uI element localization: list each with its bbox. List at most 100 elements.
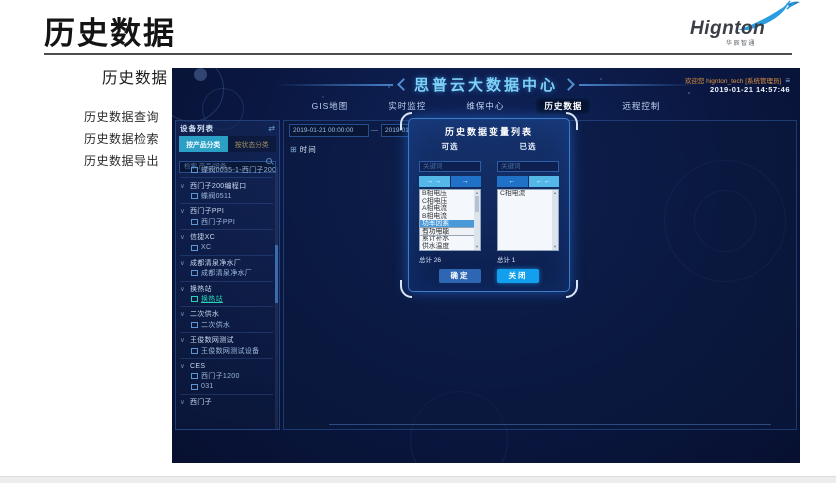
available-total: 总计 26	[419, 254, 481, 264]
tree-scrollbar-thumb[interactable]	[275, 245, 278, 303]
chosen-listbox: C相电流 ▲ ▼	[497, 189, 559, 251]
tree-label: 西门子200编程口	[190, 181, 246, 191]
nav-tab[interactable]: GIS地图	[303, 97, 358, 115]
move-all-left-button[interactable]: ←←	[529, 176, 560, 187]
move-right-button[interactable]: →	[451, 176, 482, 187]
tree-item[interactable]: 031	[180, 382, 275, 392]
tree-group[interactable]: ∨西门子	[180, 394, 273, 407]
scroll-down-icon[interactable]: ▼	[553, 244, 557, 250]
toc-item: 历史数据导出	[84, 150, 159, 172]
close-button[interactable]: 关闭	[497, 269, 539, 283]
move-all-right-button[interactable]: →→	[419, 176, 450, 187]
chosen-column: 已选 ← ←← C相电流 ▲ ▼ 总计 1	[497, 141, 559, 264]
welcome-label: 欢迎您 hignton_tech [系统管理员]	[685, 75, 781, 85]
tree-group[interactable]: ∨西门子PPI	[180, 203, 273, 216]
chosen-scrollbar[interactable]: ▲ ▼	[552, 190, 558, 250]
nav-tab[interactable]: 远程控制	[613, 97, 669, 115]
device-category-tab[interactable]: 按状态分类	[228, 136, 277, 152]
tree-group[interactable]: ∨西门子200编程口	[180, 177, 273, 190]
available-label: 可选	[419, 141, 481, 152]
header-line-right	[579, 84, 697, 86]
tree-label: 换热站	[201, 294, 223, 304]
variable-item[interactable]: B相电压	[420, 190, 474, 198]
variable-item[interactable]: C相电流	[498, 190, 552, 198]
tree-item[interactable]: 西门子1200	[180, 371, 275, 381]
ok-button[interactable]: 确定	[439, 269, 481, 283]
dashboard-title: 思普云大数据中心	[414, 74, 558, 95]
tree-group[interactable]: ∨二次供水	[180, 306, 273, 319]
variable-item[interactable]: B相电流	[420, 213, 474, 221]
date-from-input[interactable]	[289, 124, 369, 137]
tree-scrollbar[interactable]	[275, 167, 278, 429]
variable-item[interactable]: 功率因素	[420, 220, 474, 228]
available-keyword-input[interactable]	[419, 161, 481, 172]
available-list: B相电压C相电压A相电流B相电流功率因素有功电能累计补水供水温度	[420, 190, 474, 250]
device-tree: 蝶阀0035-1-西门子200∨西门子200编程口蝶阀0511∨西门子PPI西门…	[176, 165, 275, 428]
variable-item[interactable]: 供水温度	[420, 243, 474, 251]
scroll-down-icon[interactable]: ▼	[475, 244, 479, 250]
tree-item[interactable]: 西门子PPI	[180, 217, 275, 227]
tree-label: 西门子PPI	[201, 217, 235, 227]
tree-label: 蝶阀0035-1-西门子200	[201, 165, 275, 175]
search-icon	[266, 158, 272, 164]
time-header-label: 时间	[300, 144, 317, 155]
tree-label: 成都清泉净水厂	[201, 268, 252, 278]
variable-item[interactable]: C相电压	[420, 198, 474, 206]
caret-down-icon: ∨	[180, 207, 187, 215]
hignton-logo: Hignton 华辰智通	[682, 2, 802, 50]
datetime-label: 2019-01-21 14:57:46	[710, 85, 790, 94]
caret-down-icon: ∨	[180, 336, 187, 344]
variable-item[interactable]: A相电流	[420, 205, 474, 213]
device-icon	[191, 270, 198, 276]
move-left-button[interactable]: ←	[497, 176, 528, 187]
modal-columns: 可选 →→ → B相电压C相电压A相电流B相电流功率因素有功电能累计补水供水温度…	[409, 141, 569, 264]
title-rule	[44, 53, 792, 55]
tree-label: 031	[201, 383, 214, 390]
variable-item[interactable]: 有功电能	[420, 228, 474, 236]
available-scrollbar[interactable]: ▲ ▼	[474, 190, 480, 250]
tree-group[interactable]: ∨信捷XC	[180, 229, 273, 242]
variable-item[interactable]: 累计补水	[420, 235, 474, 243]
dashboard-screenshot: 思普云大数据中心 欢迎您 hignton_tech [系统管理员] ≡ 2019…	[172, 68, 800, 463]
tree-group[interactable]: ∨王俊数网测试	[180, 332, 273, 345]
chosen-label: 已选	[497, 141, 559, 152]
tree-group[interactable]: ∨成都清泉净水厂	[180, 255, 273, 268]
device-icon	[191, 384, 198, 390]
collapse-icon[interactable]: ⇄	[268, 124, 275, 133]
nav-tab[interactable]: 历史数据	[535, 97, 591, 115]
welcome-text: 欢迎您 hignton_tech [系统管理员] ≡	[685, 75, 790, 85]
tree-group[interactable]: ∨换热站	[180, 281, 273, 294]
date-separator: —	[371, 127, 378, 134]
header-line-left	[275, 84, 393, 86]
nav-tab[interactable]: 维保中心	[457, 97, 513, 115]
tree-item[interactable]: 王俊数网测试设备	[180, 345, 275, 355]
toc-item: 历史数据检索	[84, 128, 159, 150]
device-category-tab[interactable]: 按产品分类	[179, 136, 228, 152]
device-icon	[191, 296, 198, 302]
tree-item[interactable]: 蝶阀0511	[180, 191, 275, 201]
available-listbox: B相电压C相电压A相电流B相电流功率因素有功电能累计补水供水温度 ▲ ▼	[419, 189, 481, 251]
caret-down-icon: ∨	[180, 182, 187, 190]
tree-item[interactable]: 换热站	[180, 294, 275, 304]
slide-bottom-strip	[0, 476, 836, 483]
available-scrollbar-thumb[interactable]	[475, 196, 479, 212]
caret-down-icon: ∨	[180, 233, 187, 241]
device-panel-header: 设备列表 ⇄	[176, 121, 279, 135]
chevron-left-icon	[397, 78, 410, 91]
menu-icon[interactable]: ≡	[785, 76, 790, 85]
tree-label: 西门子	[190, 397, 212, 407]
chosen-keyword-input[interactable]	[497, 161, 559, 172]
chosen-list: C相电流	[498, 190, 552, 250]
device-panel-tabs: 按产品分类按状态分类	[179, 136, 276, 152]
tree-item[interactable]: 蝶阀0035-1-西门子200	[180, 165, 275, 175]
tree-label: 二次供水	[190, 309, 219, 319]
tree-label: CES	[190, 363, 205, 370]
tree-label: 信捷XC	[190, 232, 215, 242]
tree-item[interactable]: 成都清泉净水厂	[180, 268, 275, 278]
tree-group[interactable]: ∨CES	[180, 358, 273, 371]
tree-label: 二次供水	[201, 320, 230, 330]
caret-down-icon: ∨	[180, 398, 187, 406]
tree-item[interactable]: 二次供水	[180, 320, 275, 330]
scroll-up-icon[interactable]: ▲	[553, 190, 557, 196]
tree-item[interactable]: XC	[180, 242, 275, 252]
